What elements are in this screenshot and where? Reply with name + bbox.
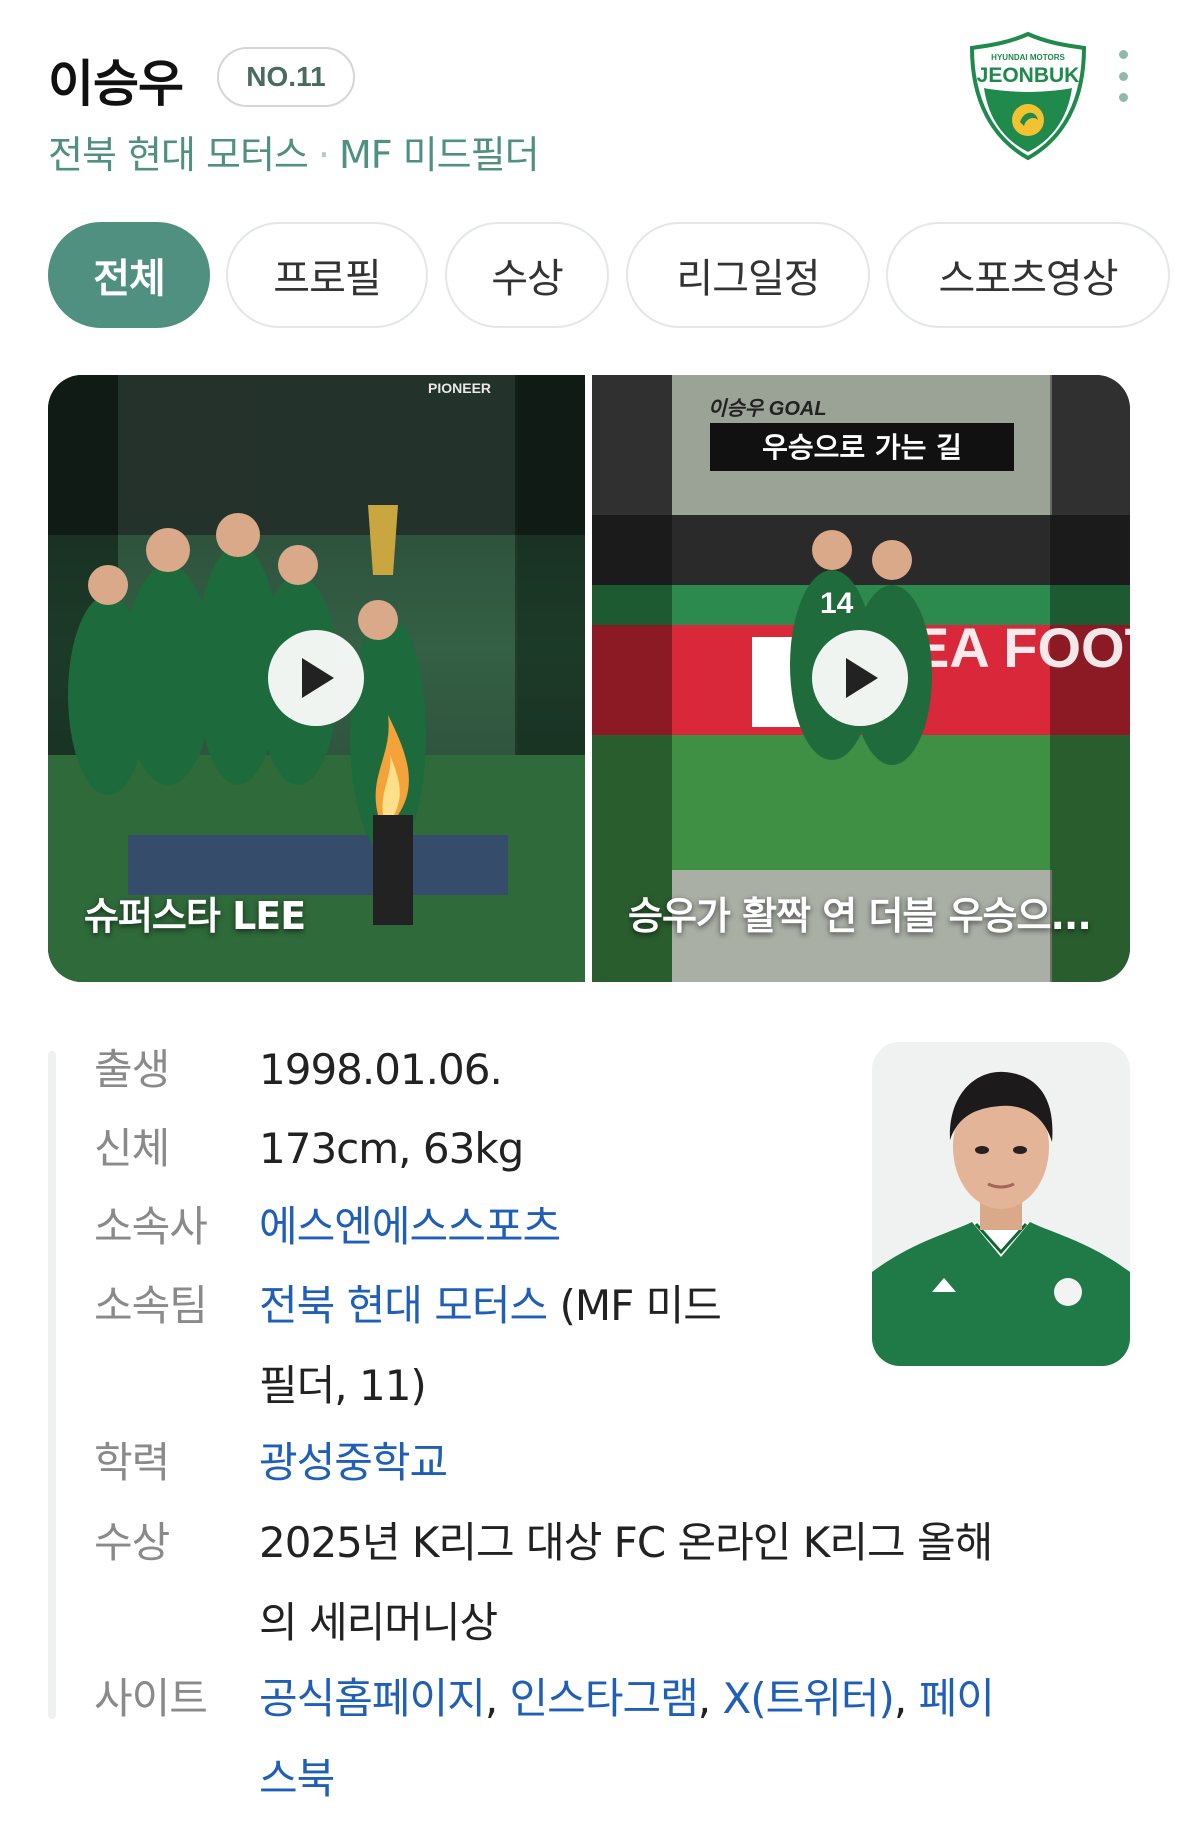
facebook-link-cont[interactable]: 스북 <box>259 1739 1119 1819</box>
more-dot <box>1118 93 1128 102</box>
tab-sports-video[interactable]: 스포츠영상 <box>886 222 1170 328</box>
info-row-body: 신체 173cm, 63kg <box>94 1109 524 1189</box>
info-row-school: 학력 광성중학교 <box>94 1423 448 1503</box>
player-name: 이승우 <box>48 55 184 113</box>
more-dot <box>1118 71 1128 81</box>
agency-link[interactable]: 에스엔에스스포츠 <box>259 1187 561 1267</box>
instagram-link[interactable]: 인스타그램 <box>510 1674 699 1723</box>
info-row-team: 소속팀 전북 현대 모터스 (MF 미드 필더, 11) <box>94 1266 819 1426</box>
tab-awards[interactable]: 수상 <box>445 222 609 328</box>
player-photo[interactable] <box>872 1042 1130 1366</box>
play-icon[interactable] <box>268 630 364 726</box>
team-link[interactable]: 전북 현대 모터스 <box>259 1281 548 1330</box>
info-value: 전북 현대 모터스 (MF 미드 필더, 11) <box>259 1266 819 1426</box>
video-caption: 승우가 활짝 연 더블 우승으... <box>628 894 1092 938</box>
player-subtitle: 전북 현대 모터스 · MF 미드필더 <box>48 124 540 179</box>
jersey-number: 14 <box>820 587 854 620</box>
stadium-banner-text: EA FOOTOOT <box>912 616 1130 679</box>
more-options-icon[interactable] <box>1108 50 1138 102</box>
video-card[interactable]: 이승우 GOAL 우승으로 가는 길 EA FOOTOOT 14 승우가 활짝 … <box>592 375 1130 982</box>
info-value: 1998.01.06. <box>259 1045 503 1094</box>
club-logo[interactable]: HYUNDAI MOTORS JEONBUK <box>964 30 1092 162</box>
info-label: 신체 <box>94 1124 170 1173</box>
info-label: 학력 <box>94 1438 170 1487</box>
info-row-awards: 수상 2025년 K리그 대상 FC 온라인 K리그 올해 의 세리머니상 <box>94 1503 1099 1663</box>
more-dot <box>1118 50 1128 59</box>
play-icon[interactable] <box>812 630 908 726</box>
video-overlay-text: PIONEER <box>428 380 491 396</box>
info-value: 2025년 K리그 대상 FC 온라인 K리그 올해 의 세리머니상 <box>259 1503 1099 1663</box>
separator-dot: · <box>317 133 330 177</box>
team-name[interactable]: 전북 현대 모터스 <box>48 133 309 177</box>
info-side-bar <box>48 1051 56 1719</box>
info-row-birth: 출생 1998.01.06. <box>94 1030 503 1110</box>
info-label: 수상 <box>94 1518 170 1567</box>
team-extra-line2: 필더, 11) <box>259 1361 427 1410</box>
tab-all[interactable]: 전체 <box>48 222 210 328</box>
twitter-link[interactable]: X(트위터) <box>722 1674 894 1723</box>
video-caption: 슈퍼스타 LEE <box>84 894 306 938</box>
info-label: 출생 <box>94 1045 170 1094</box>
info-label: 소속팀 <box>94 1281 208 1330</box>
info-row-agency: 소속사 에스엔에스스포츠 <box>94 1187 561 1267</box>
info-row-sites: 사이트 공식홈페이지, 인스타그램, X(트위터), 페이 스북 <box>94 1659 1119 1819</box>
facebook-link[interactable]: 페이 <box>919 1674 995 1723</box>
school-link[interactable]: 광성중학교 <box>259 1423 448 1503</box>
tab-league-schedule[interactable]: 리그일정 <box>626 222 870 328</box>
logo-small-text: HYUNDAI MOTORS <box>991 53 1065 62</box>
official-site-link[interactable]: 공식홈페이지 <box>259 1674 486 1723</box>
position: MF 미드필더 <box>338 133 540 177</box>
award-line: 의 세리머니상 <box>259 1598 498 1647</box>
video-overlay-title: 우승으로 가는 길 <box>762 431 962 464</box>
video-carousel: PIONEER 슈퍼스타 LEE 이승우 GOAL 우승으로 가는 길 EA F… <box>48 375 1130 982</box>
tab-profile[interactable]: 프로필 <box>226 222 428 328</box>
video-card[interactable]: PIONEER 슈퍼스타 LEE <box>48 375 585 982</box>
comma: , <box>484 1674 510 1723</box>
logo-main-text: JEONBUK <box>977 64 1080 87</box>
award-line: 2025년 K리그 대상 FC 온라인 K리그 올해 <box>259 1518 993 1567</box>
comma: , <box>893 1674 919 1723</box>
comma: , <box>697 1674 723 1723</box>
info-label: 사이트 <box>94 1674 208 1723</box>
info-label: 소속사 <box>94 1202 208 1251</box>
number-badge: NO.11 <box>217 47 355 107</box>
info-value: 공식홈페이지, 인스타그램, X(트위터), 페이 스북 <box>259 1659 1119 1819</box>
info-value: 173cm, 63kg <box>259 1124 524 1173</box>
video-overlay-tag: 이승우 GOAL <box>708 398 827 420</box>
team-extra: (MF 미드 <box>547 1281 722 1330</box>
